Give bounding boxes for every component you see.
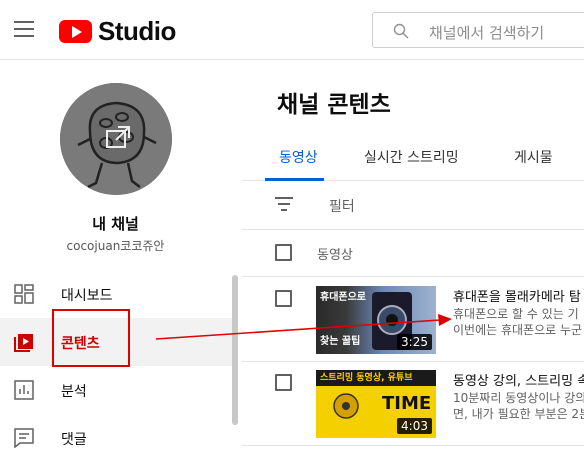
sidebar-item-analytics[interactable]: 분석 [0, 366, 233, 414]
filter-bar[interactable]: 필터 [242, 182, 584, 230]
filter-label: 필터 [329, 199, 355, 215]
sidebar: 내 채널 cocojuan코코쥬안 대시보드 콘텐츠 분석 댓글 [0, 61, 241, 450]
channel-handle: cocojuan코코쥬안 [66, 239, 165, 253]
video-description: 이번에는 휴대폰으로 누군 [453, 323, 583, 337]
sidebar-item-label: 분석 [61, 384, 87, 400]
thumbnail-caption: 휴대폰으로 [320, 292, 366, 303]
page-title: 채널 콘텐츠 [277, 92, 391, 118]
table-header: 동영상 [242, 231, 584, 277]
tab-live[interactable]: 실시간 스트리밍 [364, 147, 459, 167]
annotation-highlight-box [52, 309, 130, 367]
tab-videos[interactable]: 동영상 [279, 147, 318, 167]
content-icon [14, 334, 33, 352]
filter-icon[interactable] [275, 197, 293, 211]
thumbnail-caption: TIME [382, 393, 432, 414]
search-placeholder: 채널에서 검색하기 [429, 24, 545, 42]
search-icon [393, 23, 409, 39]
thumbnail-caption: 찾는 꿀팁 [320, 336, 361, 347]
search-input[interactable]: 채널에서 검색하기 [372, 12, 584, 48]
hamburger-menu-icon[interactable] [14, 21, 34, 37]
dashboard-icon [14, 284, 34, 304]
row-checkbox[interactable] [275, 290, 292, 307]
channel-avatar[interactable] [60, 83, 172, 195]
top-header: Studio 채널에서 검색하기 [0, 0, 584, 60]
sidebar-item-comments[interactable]: 댓글 [0, 414, 233, 450]
video-description: 면, 내가 필요한 부분은 2분 [453, 407, 584, 421]
logo-text: Studio [98, 16, 176, 46]
video-description: 휴대폰으로 할 수 있는 기 [453, 307, 579, 321]
video-thumbnail[interactable]: 휴대폰으로 찾는 꿀팁 3:25 [316, 286, 436, 354]
channel-title: 내 채널 [92, 215, 139, 233]
sidebar-item-label: 대시보드 [61, 288, 113, 304]
column-header-video: 동영상 [317, 248, 353, 263]
table-row[interactable]: 휴대폰으로 찾는 꿀팁 3:25 휴대폰을 몰래카메라 탐 휴대폰으로 할 수 … [242, 278, 584, 362]
analytics-icon [14, 380, 34, 400]
video-title[interactable]: 휴대폰을 몰래카메라 탐 [453, 286, 581, 305]
studio-logo[interactable]: Studio [59, 16, 176, 47]
active-tab-indicator [265, 178, 324, 181]
comments-icon [14, 428, 34, 448]
video-duration: 3:25 [397, 334, 432, 350]
sidebar-scrollbar[interactable] [232, 275, 238, 425]
video-description: 10분짜리 동영상이나 강의 [453, 391, 584, 405]
row-checkbox[interactable] [275, 374, 292, 391]
main-content: 채널 콘텐츠 동영상 실시간 스트리밍 게시물 필터 동영상 휴대폰으로 찾는 … [242, 61, 584, 450]
tab-posts[interactable]: 게시물 [514, 147, 553, 167]
content-tabs: 동영상 실시간 스트리밍 게시물 [242, 136, 584, 181]
youtube-play-icon [59, 20, 92, 43]
sidebar-item-label: 댓글 [61, 432, 87, 448]
table-row[interactable]: 스트리밍 동영상, 유튜브 TIME 4:03 동영상 강의, 스트리밍 속 1… [242, 362, 584, 446]
video-duration: 4:03 [397, 418, 432, 434]
video-title[interactable]: 동영상 강의, 스트리밍 속 [453, 370, 584, 389]
video-thumbnail[interactable]: 스트리밍 동영상, 유튜브 TIME 4:03 [316, 370, 436, 438]
select-all-checkbox[interactable] [275, 244, 292, 261]
avatar-illustration [60, 83, 172, 195]
